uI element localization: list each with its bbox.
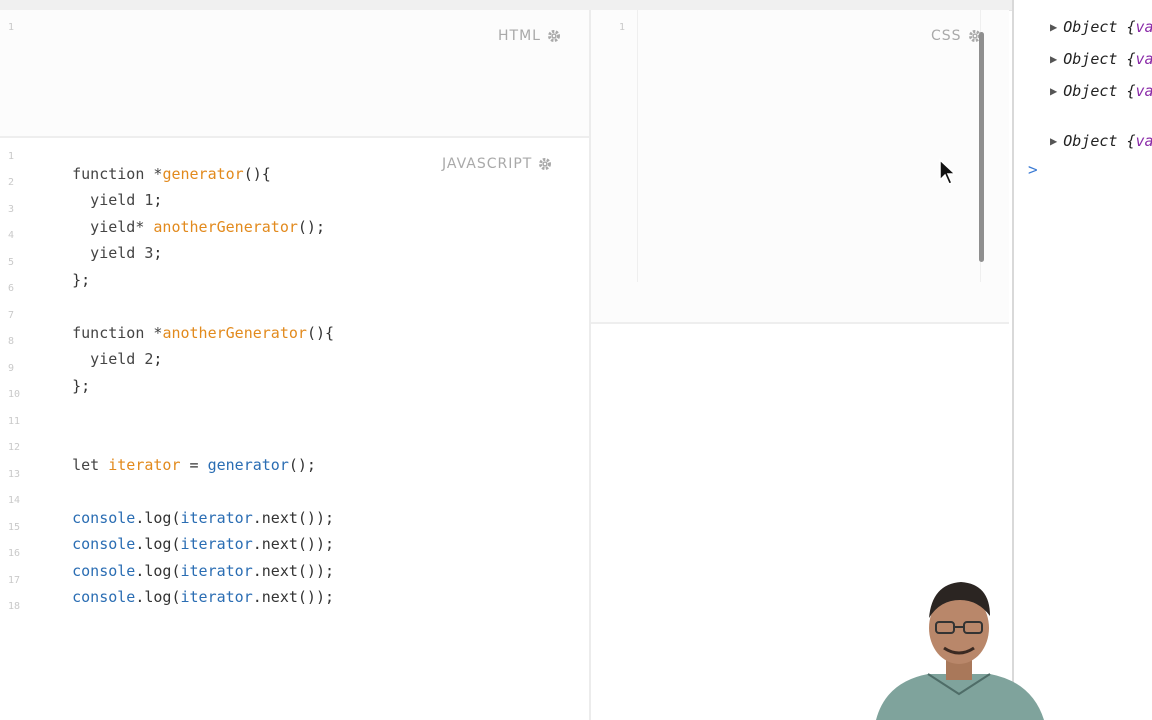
console-log-entry[interactable]: ▶ Object {va: [1050, 132, 1152, 150]
code-token: ;: [153, 350, 163, 368]
code-line[interactable]: let iterator = generator();: [36, 438, 316, 492]
object-label: Object: [1063, 132, 1118, 150]
line-number: 17: [8, 575, 21, 586]
function-call: generator: [207, 456, 289, 474]
presenter-webcam-overlay: [876, 582, 1044, 720]
object-label: Object: [1063, 18, 1118, 36]
line-number: 3: [8, 204, 15, 215]
variable-name: iterator: [180, 588, 253, 606]
code-token: ();: [297, 218, 325, 236]
code-line[interactable]: console.log(iterator.next());: [36, 570, 334, 624]
code-token: .next());: [252, 588, 335, 606]
line-number: 1: [8, 22, 15, 33]
line-number: 7: [8, 310, 15, 321]
code-token: .log(: [135, 588, 181, 606]
object-preview: va: [1135, 132, 1152, 150]
mouse-cursor-icon: [939, 158, 957, 185]
line-number: 16: [8, 548, 21, 559]
code-token: =: [180, 456, 208, 474]
expand-triangle-icon[interactable]: ▶: [1050, 20, 1057, 34]
console-log-entry[interactable]: ▶ Object {va: [1050, 82, 1152, 100]
javascript-panel-label: JAVASCRIPT: [442, 156, 533, 172]
javascript-panel-header: JAVASCRIPT: [442, 156, 552, 172]
code-token: {: [1117, 82, 1136, 100]
line-number: 1: [619, 22, 626, 33]
expand-triangle-icon[interactable]: ▶: [1050, 84, 1057, 98]
line-number: 5: [8, 257, 15, 268]
css-code-area[interactable]: [637, 10, 981, 282]
code-token: ;: [153, 244, 163, 262]
line-number: 4: [8, 230, 15, 241]
code-token: console: [72, 588, 136, 606]
console-prompt-icon[interactable]: >: [1028, 160, 1038, 179]
code-token: };: [72, 377, 91, 395]
line-number: 8: [8, 336, 15, 347]
object-preview: va: [1135, 50, 1152, 68]
line-number: 14: [8, 495, 21, 506]
html-panel-label: HTML: [498, 28, 541, 44]
code-token: ();: [288, 456, 316, 474]
variable-name: iterator: [108, 456, 181, 474]
line-number: 18: [8, 601, 21, 612]
code-token: {: [1117, 50, 1136, 68]
code-token: (){: [306, 324, 335, 342]
javascript-editor-panel[interactable]: JAVASCRIPT 1 2 3 4 5 6 7 8 9 10 11 12 13…: [0, 138, 589, 720]
expand-triangle-icon[interactable]: ▶: [1050, 52, 1057, 66]
line-number: 10: [8, 389, 21, 400]
line-number: 13: [8, 469, 21, 480]
line-number: 9: [8, 363, 15, 374]
html-panel-header: HTML: [498, 28, 561, 44]
code-token: (){: [243, 165, 271, 183]
expand-triangle-icon[interactable]: ▶: [1050, 134, 1057, 148]
css-panel-header: CSS: [931, 28, 982, 44]
function-call: anotherGenerator: [153, 218, 298, 236]
object-label: Object: [1063, 82, 1118, 100]
object-label: Object: [1063, 50, 1118, 68]
object-preview: va: [1135, 82, 1152, 100]
code-line[interactable]: };: [36, 253, 90, 307]
line-number: 2: [8, 177, 15, 188]
html-editor-panel[interactable]: 1 HTML: [0, 10, 589, 138]
css-scrollbar[interactable]: [979, 32, 984, 262]
code-token: {: [1117, 132, 1136, 150]
line-number: 11: [8, 416, 21, 427]
line-number: 6: [8, 283, 15, 294]
keyword: let: [72, 456, 109, 474]
function-name: generator: [162, 165, 244, 183]
line-number: 1: [8, 151, 15, 162]
console-log-entry[interactable]: ▶ Object {va: [1050, 18, 1152, 36]
css-panel-label: CSS: [931, 28, 962, 44]
function-name: anotherGenerator: [162, 324, 307, 342]
line-number: 15: [8, 522, 21, 533]
code-token: {: [1117, 18, 1136, 36]
console-log-entry[interactable]: ▶ Object {va: [1050, 50, 1152, 68]
object-preview: va: [1135, 18, 1152, 36]
line-number: 12: [8, 442, 21, 453]
code-token: };: [72, 271, 91, 289]
code-line[interactable]: };: [36, 359, 90, 413]
gear-icon[interactable]: [538, 157, 552, 171]
gear-icon[interactable]: [547, 29, 561, 43]
